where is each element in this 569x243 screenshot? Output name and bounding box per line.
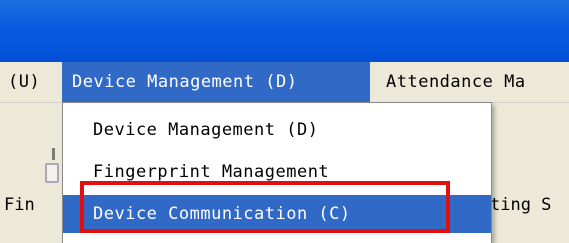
menu-device-management[interactable]: Device Management (D) (62, 62, 370, 102)
toolbar-separator (52, 148, 55, 160)
menu-previous-item[interactable]: (U) (8, 62, 40, 102)
fingerprint-icon[interactable] (45, 163, 59, 183)
dropdown-item-fingerprint-management[interactable]: Fingerprint Management (63, 153, 491, 191)
app-window: (U) Device Management (D) Attendance Ma … (0, 0, 569, 243)
dropdown-item-device-communication[interactable]: Device Communication (C) (63, 195, 491, 233)
dropdown-item-device-management[interactable]: Device Management (D) (63, 111, 491, 149)
menu-bar: (U) Device Management (D) Attendance Ma (0, 62, 569, 103)
menu-attendance-management[interactable]: Attendance Ma (386, 62, 526, 102)
title-bar (0, 0, 569, 62)
device-management-dropdown: Device Management (D) Fingerprint Manage… (62, 102, 492, 243)
toolbar-button-label-left[interactable]: Fin (4, 195, 35, 215)
toolbar-button-label-right[interactable]: ting S (490, 195, 551, 215)
